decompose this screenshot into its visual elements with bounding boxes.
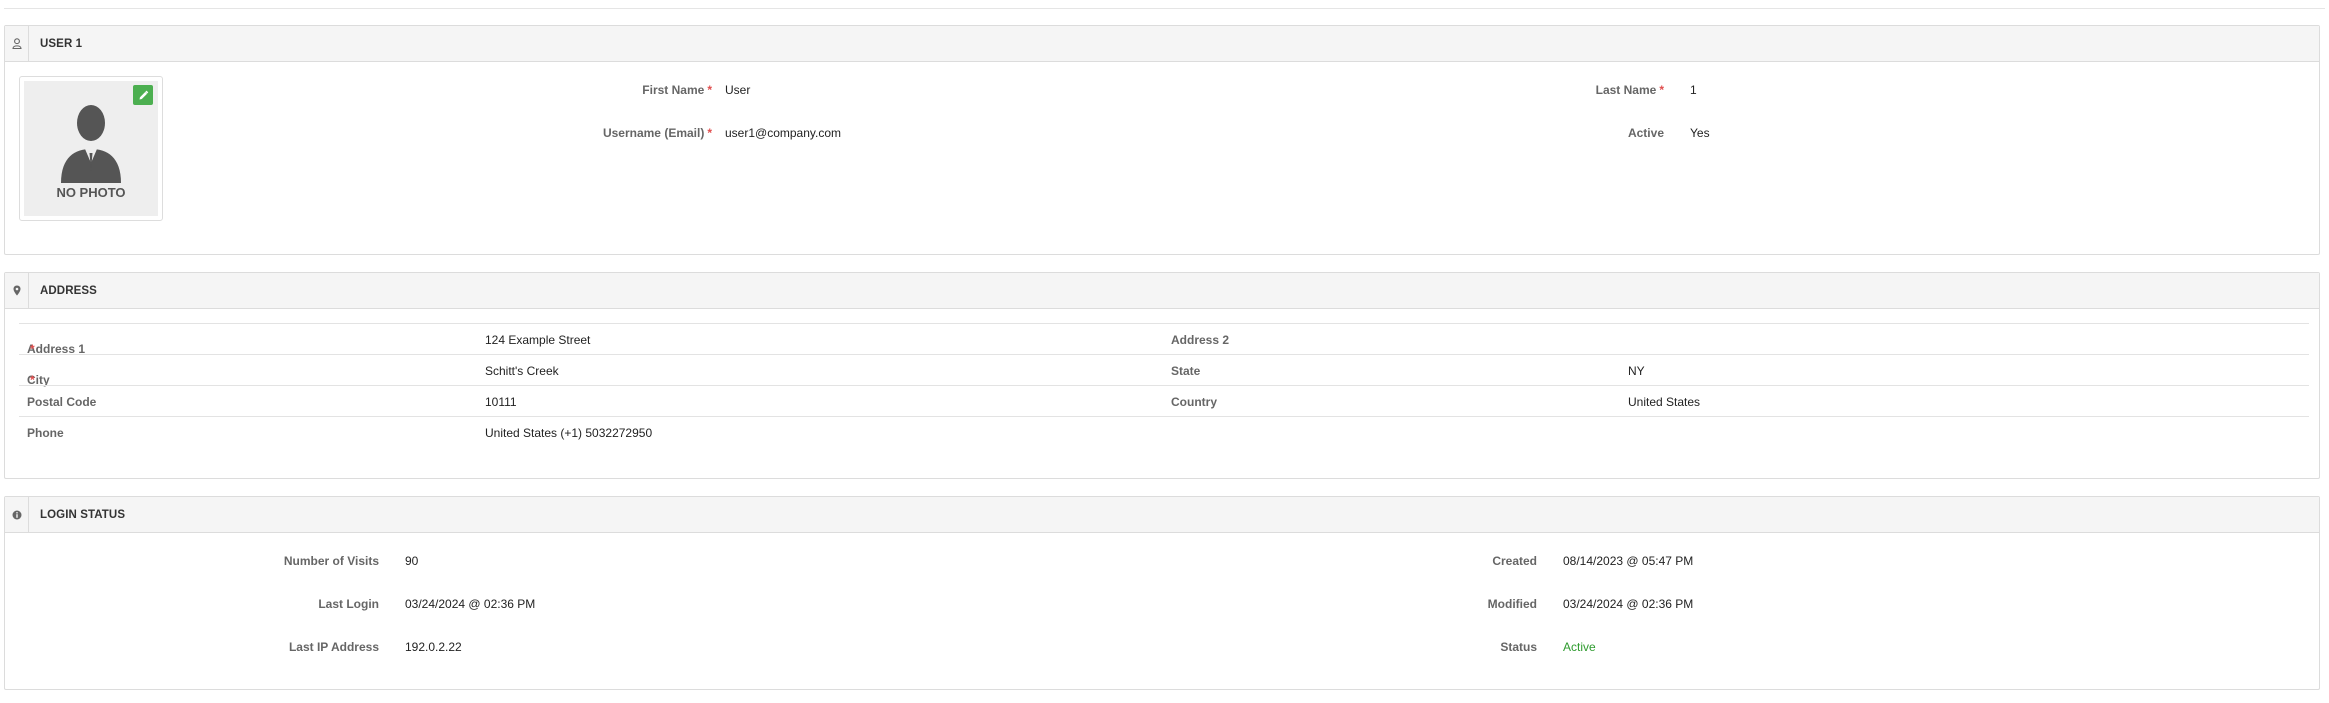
user-icon: [5, 26, 29, 61]
created-value: 08/14/2023 @ 05:47 PM: [1563, 554, 1694, 568]
address-panel-header: ADDRESS: [5, 273, 2319, 309]
table-row: Phone United States (+1) 5032272950: [19, 416, 2309, 447]
phone-value: United States (+1) 5032272950: [485, 426, 653, 440]
login-status-panel-title: LOGIN STATUS: [40, 508, 126, 521]
last-name-label: Last Name *: [1595, 83, 1664, 97]
first-name-value: User: [725, 83, 751, 97]
user-panel-title: USER 1: [40, 37, 83, 50]
postal-code-label: Postal Code: [27, 395, 97, 409]
address-panel-title: ADDRESS: [40, 284, 97, 297]
last-login-label: Last Login: [318, 597, 379, 611]
avatar-silhouette-icon: [61, 105, 121, 183]
state-value: NY: [1628, 364, 1645, 378]
address-table: Address 1 * 124 Example Street Address 2 …: [19, 323, 2309, 447]
table-row: Postal Code 10111 Country United States: [19, 385, 2309, 416]
visits-label: Number of Visits: [283, 554, 379, 568]
modified-label: Modified: [1487, 597, 1537, 611]
country-label: Country: [1171, 395, 1217, 409]
username-value: user1@company.com: [725, 126, 842, 140]
country-value: United States: [1628, 395, 1701, 409]
city-value: Schitt's Creek: [485, 364, 559, 378]
info-icon: [5, 497, 29, 532]
username-label: Username (Email) *: [602, 126, 712, 140]
profile-photo: NO PHOTO: [19, 76, 163, 221]
created-label: Created: [1492, 554, 1537, 568]
top-divider: [4, 8, 2325, 9]
login-status-panel-header: LOGIN STATUS: [5, 497, 2319, 533]
address1-value: 124 Example Street: [485, 333, 591, 347]
user-panel-header: USER 1: [5, 26, 2319, 62]
edit-photo-button[interactable]: [133, 85, 153, 105]
visits-value: 90: [405, 554, 419, 568]
postal-code-value: 10111: [485, 395, 517, 409]
modified-value: 03/24/2024 @ 02:36 PM: [1563, 597, 1694, 611]
login-status-panel: LOGIN STATUS Number of Visits 90 Last Lo…: [4, 496, 2320, 690]
pencil-icon: [139, 90, 148, 99]
state-label: State: [1171, 364, 1201, 378]
last-ip-label: Last IP Address: [288, 640, 379, 654]
last-ip-value: 192.0.2.22: [405, 640, 462, 654]
last-name-value: 1: [1690, 83, 1697, 97]
phone-label: Phone: [27, 426, 64, 440]
active-label: Active: [1627, 126, 1664, 140]
map-marker-icon: [5, 273, 29, 308]
status-label: Status: [1500, 640, 1537, 654]
table-row: City * Schitt's Creek State NY: [19, 354, 2309, 387]
address-panel: ADDRESS Address 1 * 124 Example Street Ad…: [4, 272, 2320, 479]
status-badge: Active: [1563, 640, 1596, 654]
active-value: Yes: [1690, 126, 1710, 140]
first-name-label: First Name *: [642, 83, 712, 97]
table-row: Address 1 * 124 Example Street Address 2: [19, 323, 2309, 356]
no-photo-label: NO PHOTO: [56, 185, 126, 200]
photo-placeholder: NO PHOTO: [24, 81, 158, 216]
address2-label: Address 2: [1171, 333, 1230, 347]
user-panel: USER 1 NO PHOTO First Name * User Usernam…: [4, 25, 2320, 255]
last-login-value: 03/24/2024 @ 02:36 PM: [405, 597, 536, 611]
